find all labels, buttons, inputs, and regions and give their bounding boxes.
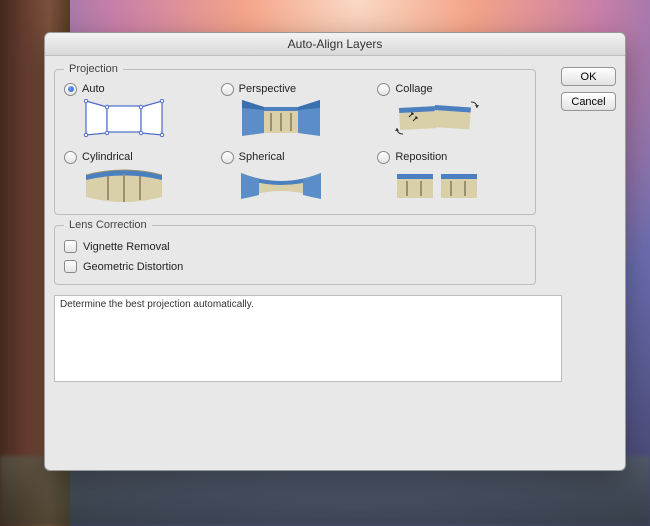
radio-collage[interactable]	[377, 83, 390, 96]
lens-correction-legend: Lens Correction	[64, 219, 152, 231]
geometric-row[interactable]: Geometric Distortion	[64, 260, 526, 273]
thumb-spherical	[235, 167, 327, 205]
radio-label-reposition: Reposition	[395, 151, 447, 163]
projection-option-reposition[interactable]: Reposition	[377, 149, 526, 205]
dialog-titlebar[interactable]: Auto-Align Layers	[45, 33, 625, 56]
dialog-body: OK Cancel Projection Auto	[45, 56, 625, 471]
cancel-button[interactable]: Cancel	[561, 92, 616, 111]
projection-option-cylindrical[interactable]: Cylindrical	[64, 149, 213, 205]
lens-correction-fieldset: Lens Correction Vignette Removal Geometr…	[54, 225, 536, 285]
vignette-row[interactable]: Vignette Removal	[64, 240, 526, 253]
label-geometric-distortion: Geometric Distortion	[83, 261, 183, 273]
checkbox-vignette-removal[interactable]	[64, 240, 77, 253]
projection-fieldset: Projection Auto	[54, 69, 536, 215]
radio-label-collage: Collage	[395, 83, 432, 95]
thumb-auto	[78, 99, 170, 137]
ok-button[interactable]: OK	[561, 67, 616, 86]
dialog-button-column: OK Cancel	[561, 67, 616, 111]
radio-auto[interactable]	[64, 83, 77, 96]
label-vignette-removal: Vignette Removal	[83, 241, 170, 253]
radio-reposition[interactable]	[377, 151, 390, 164]
dialog-title: Auto-Align Layers	[288, 37, 383, 51]
projection-option-auto[interactable]: Auto	[64, 81, 213, 137]
description-box: Determine the best projection automatica…	[54, 295, 562, 382]
projection-legend: Projection	[64, 63, 123, 75]
thumb-cylindrical	[78, 167, 170, 205]
radio-label-perspective: Perspective	[239, 83, 296, 95]
radio-label-cylindrical: Cylindrical	[82, 151, 133, 163]
auto-align-layers-dialog: Auto-Align Layers OK Cancel Projection A…	[44, 32, 626, 471]
thumb-collage	[391, 99, 483, 137]
desktop-background: Auto-Align Layers OK Cancel Projection A…	[0, 0, 650, 526]
radio-spherical[interactable]	[221, 151, 234, 164]
projection-option-spherical[interactable]: Spherical	[221, 149, 370, 205]
projection-option-collage[interactable]: Collage	[377, 81, 526, 137]
radio-label-auto: Auto	[82, 83, 105, 95]
thumb-reposition	[391, 167, 483, 205]
radio-perspective[interactable]	[221, 83, 234, 96]
projection-option-perspective[interactable]: Perspective	[221, 81, 370, 137]
radio-label-spherical: Spherical	[239, 151, 285, 163]
thumb-perspective	[235, 99, 327, 137]
radio-cylindrical[interactable]	[64, 151, 77, 164]
checkbox-geometric-distortion[interactable]	[64, 260, 77, 273]
projection-grid: Auto	[64, 81, 526, 205]
